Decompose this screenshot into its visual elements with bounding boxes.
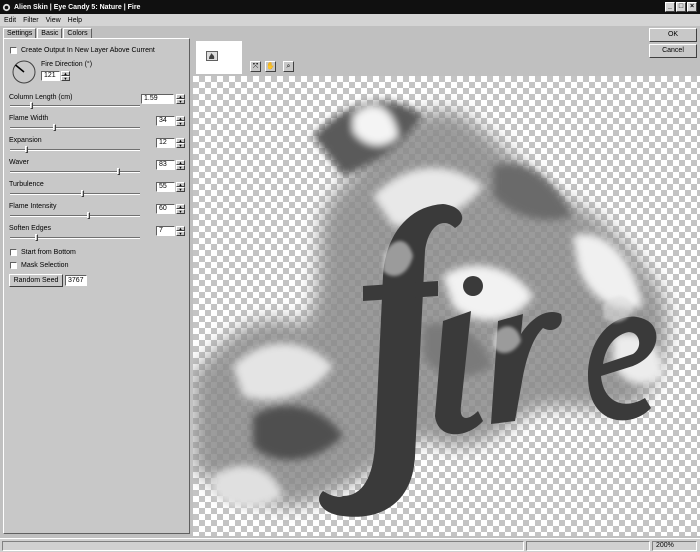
- slider-label-flame-width: Flame Width: [9, 115, 49, 122]
- fire-direction-dial[interactable]: [11, 59, 37, 85]
- create-output-checkbox[interactable]: [10, 47, 17, 54]
- fire-direction-label: Fire Direction (°): [41, 61, 93, 68]
- mask-selection-label: Mask Selection: [21, 262, 69, 269]
- spin-down-icon[interactable]: ▼: [176, 187, 185, 192]
- mask-selection-row[interactable]: Mask Selection: [10, 262, 68, 269]
- spin-down-icon[interactable]: ▼: [176, 99, 185, 104]
- soften-edges-spinner[interactable]: ▲ ▼: [176, 226, 185, 236]
- turbulence-slider[interactable]: [10, 189, 140, 198]
- move-preview-icon[interactable]: ⤧: [250, 61, 261, 72]
- minimize-button[interactable]: _: [665, 2, 675, 12]
- slider-thumb[interactable]: [35, 234, 38, 241]
- waver-input[interactable]: 83: [156, 160, 175, 170]
- slider-label-soften-edges: Soften Edges: [9, 225, 52, 232]
- zoom-icon[interactable]: ⌕: [283, 61, 294, 72]
- flame-intensity-spinner[interactable]: ▲ ▼: [176, 204, 185, 214]
- slider-label-column-length: Column Length (cm): [9, 94, 73, 101]
- expansion-spinner[interactable]: ▲ ▼: [176, 138, 185, 148]
- waver-spinner[interactable]: ▲ ▼: [176, 160, 185, 170]
- status-info: [526, 541, 650, 551]
- random-seed-input[interactable]: 3767: [65, 275, 87, 286]
- slider-thumb[interactable]: [29, 102, 33, 109]
- menu-view[interactable]: View: [46, 17, 61, 24]
- fire-preview-image: [193, 101, 667, 517]
- start-from-bottom-checkbox[interactable]: [10, 249, 17, 256]
- turbulence-input[interactable]: 55: [156, 182, 175, 192]
- create-output-label: Create Output In New Layer Above Current: [21, 47, 155, 54]
- column-length-input[interactable]: 1.59: [141, 94, 174, 104]
- spin-down-icon[interactable]: ▼: [61, 76, 70, 81]
- slider-thumb[interactable]: [24, 146, 28, 153]
- slider-thumb[interactable]: [53, 124, 57, 131]
- zoom-level: 200%: [652, 541, 697, 551]
- status-message: [2, 541, 524, 551]
- menu-filter[interactable]: Filter: [23, 17, 39, 24]
- spin-down-icon[interactable]: ▼: [176, 209, 185, 214]
- hand-icon[interactable]: ✋: [265, 61, 276, 72]
- app-icon: [2, 3, 11, 11]
- soften-edges-input[interactable]: 7: [156, 226, 175, 236]
- menu-edit[interactable]: Edit: [4, 17, 16, 24]
- menu-help[interactable]: Help: [68, 17, 82, 24]
- mask-selection-checkbox[interactable]: [10, 262, 17, 269]
- spin-down-icon[interactable]: ▼: [176, 143, 185, 148]
- turbulence-spinner[interactable]: ▲ ▼: [176, 182, 185, 192]
- close-button[interactable]: ×: [687, 2, 697, 12]
- maximize-button[interactable]: □: [676, 2, 686, 12]
- window-title: Alien Skin | Eye Candy 5: Nature | Fire: [14, 3, 141, 11]
- navigator-thumbnail[interactable]: [196, 41, 242, 74]
- fire-direction-input[interactable]: 121: [41, 71, 60, 81]
- start-from-bottom-row[interactable]: Start from Bottom: [10, 249, 76, 256]
- flame-width-spinner[interactable]: ▲ ▼: [176, 116, 185, 126]
- slider-label-waver: Waver: [9, 159, 29, 166]
- spin-down-icon[interactable]: ▼: [176, 231, 185, 236]
- status-bar: 200%: [0, 538, 700, 552]
- flame-width-slider[interactable]: [10, 123, 140, 132]
- soften-edges-slider[interactable]: [10, 233, 140, 242]
- flame-width-input[interactable]: 34: [156, 116, 175, 126]
- column-length-slider[interactable]: [10, 101, 140, 110]
- fire-direction-spinner[interactable]: ▲ ▼: [61, 71, 70, 81]
- cancel-button[interactable]: Cancel: [649, 44, 697, 58]
- create-output-row[interactable]: Create Output In New Layer Above Current: [10, 47, 155, 54]
- fire-thumbnail-icon: [206, 51, 218, 61]
- waver-slider[interactable]: [10, 167, 140, 176]
- preview-canvas[interactable]: [193, 76, 700, 536]
- slider-thumb[interactable]: [87, 212, 90, 219]
- flame-intensity-input[interactable]: 60: [156, 204, 175, 214]
- slider-label-flame-intensity: Flame Intensity: [9, 203, 57, 210]
- slider-label-expansion: Expansion: [9, 137, 42, 144]
- slider-label-turbulence: Turbulence: [9, 181, 44, 188]
- expansion-slider[interactable]: [10, 145, 140, 154]
- ok-button[interactable]: OK: [649, 28, 697, 42]
- slider-thumb[interactable]: [80, 190, 84, 197]
- expansion-input[interactable]: 12: [156, 138, 175, 148]
- flame-intensity-slider[interactable]: [10, 211, 140, 220]
- start-from-bottom-label: Start from Bottom: [21, 249, 76, 256]
- column-length-spinner[interactable]: ▲ ▼: [176, 94, 185, 104]
- slider-thumb[interactable]: [116, 168, 120, 175]
- random-seed-button[interactable]: Random Seed: [9, 274, 63, 287]
- settings-panel: Create Output In New Layer Above Current…: [3, 38, 190, 534]
- menu-bar: Edit Filter View Help: [0, 14, 700, 26]
- spin-down-icon[interactable]: ▼: [176, 165, 185, 170]
- title-bar: Alien Skin | Eye Candy 5: Nature | Fire …: [0, 0, 700, 14]
- spin-down-icon[interactable]: ▼: [176, 121, 185, 126]
